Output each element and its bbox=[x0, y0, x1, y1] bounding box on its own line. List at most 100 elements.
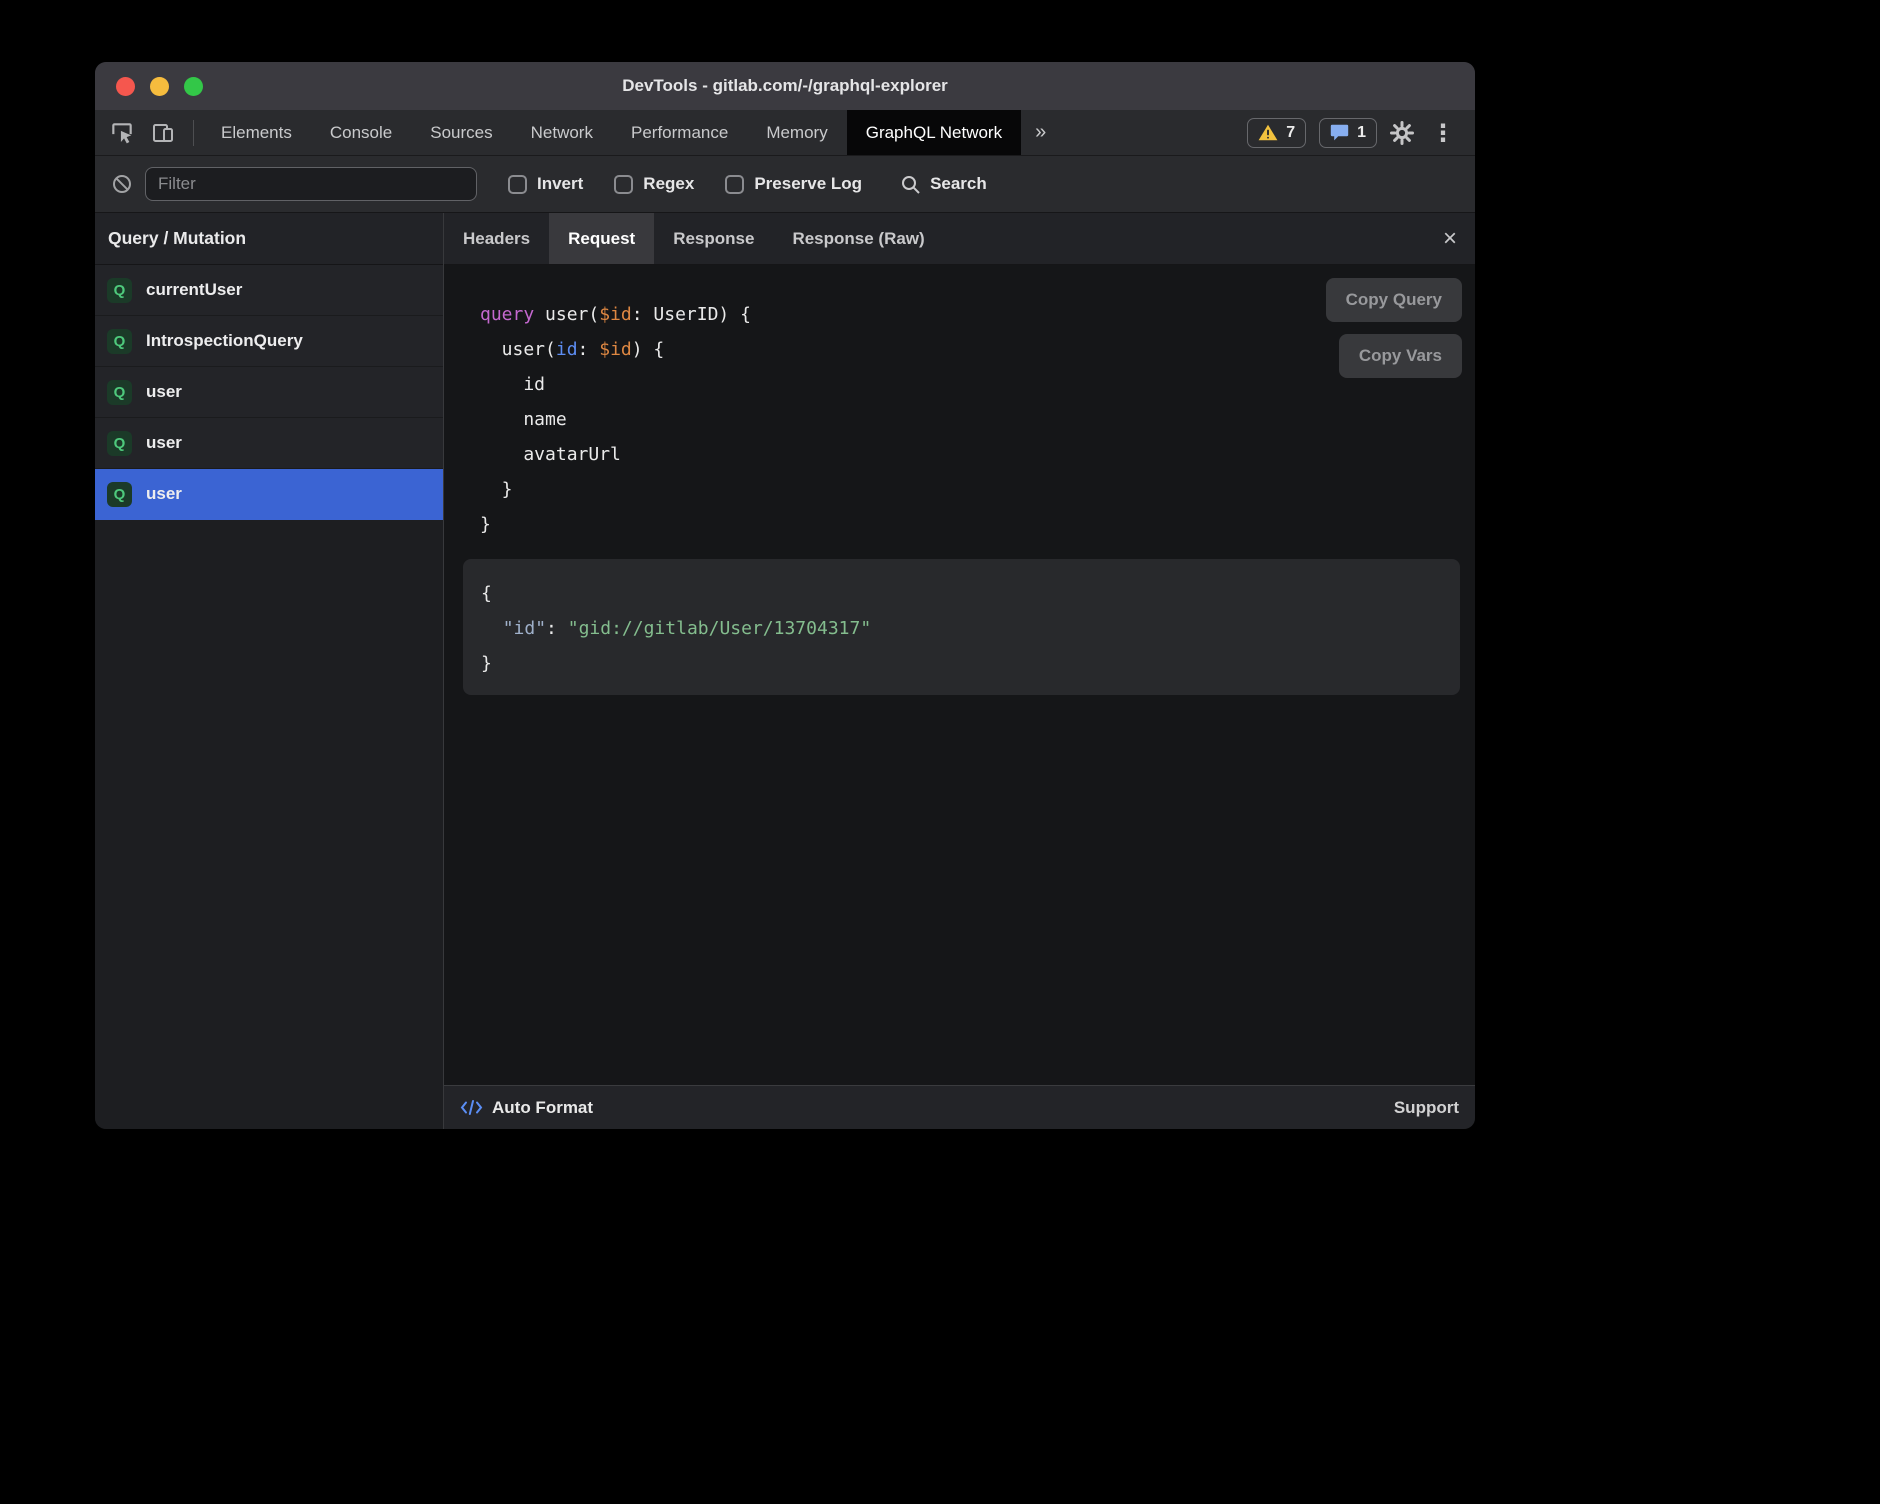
code-line: "id": "gid://gitlab/User/13704317" bbox=[481, 611, 1442, 646]
request-variables-panel: { "id": "gid://gitlab/User/13704317"} bbox=[463, 559, 1460, 695]
query-badge-icon: Q bbox=[107, 329, 132, 354]
issues-count: 1 bbox=[1357, 124, 1366, 142]
query-badge-icon: Q bbox=[107, 431, 132, 456]
tab-network[interactable]: Network bbox=[512, 110, 612, 155]
query-name: user bbox=[146, 382, 182, 402]
query-name: IntrospectionQuery bbox=[146, 331, 303, 351]
window-title: DevTools - gitlab.com/-/graphql-explorer bbox=[95, 76, 1475, 96]
close-panel-button[interactable]: × bbox=[1425, 227, 1475, 251]
query-name: currentUser bbox=[146, 280, 242, 300]
query-list-item-currentuser[interactable]: Q currentUser bbox=[95, 265, 443, 316]
preserve-log-checkbox[interactable]: Preserve Log bbox=[725, 174, 862, 194]
code-token: $id bbox=[599, 304, 632, 325]
query-list-header: Query / Mutation bbox=[95, 213, 443, 265]
request-content: Copy Query Copy Vars query user($id: Use… bbox=[444, 265, 1475, 1085]
code-line: avatarUrl bbox=[480, 437, 1475, 472]
toolbar-separator bbox=[193, 120, 194, 146]
query-badge-icon: Q bbox=[107, 380, 132, 405]
code-token: { bbox=[481, 583, 492, 604]
copy-vars-button[interactable]: Copy Vars bbox=[1339, 334, 1462, 378]
code-token bbox=[481, 618, 503, 639]
speech-bubble-icon bbox=[1330, 124, 1349, 141]
code-line: } bbox=[480, 507, 1475, 542]
invert-checkbox-input[interactable] bbox=[508, 175, 527, 194]
code-line: name bbox=[480, 402, 1475, 437]
request-detail-panel: Headers Request Response Response (Raw) … bbox=[444, 213, 1475, 1129]
regex-label: Regex bbox=[643, 174, 694, 194]
tab-elements[interactable]: Elements bbox=[202, 110, 311, 155]
code-line: { bbox=[481, 576, 1442, 611]
regex-checkbox[interactable]: Regex bbox=[614, 174, 694, 194]
search-label: Search bbox=[930, 174, 987, 194]
tab-request[interactable]: Request bbox=[549, 213, 654, 264]
invert-label: Invert bbox=[537, 174, 583, 194]
zoom-window-button[interactable] bbox=[184, 77, 203, 96]
query-list-item-user-3-selected[interactable]: Q user bbox=[95, 469, 443, 520]
issues-badge[interactable]: 1 bbox=[1319, 118, 1377, 148]
preserve-log-label: Preserve Log bbox=[754, 174, 862, 194]
code-token: ) { bbox=[632, 339, 665, 360]
tab-sources[interactable]: Sources bbox=[411, 110, 511, 155]
clear-icon[interactable] bbox=[111, 173, 133, 195]
query-badge-icon: Q bbox=[107, 278, 132, 303]
tab-performance[interactable]: Performance bbox=[612, 110, 747, 155]
titlebar: DevTools - gitlab.com/-/graphql-explorer bbox=[95, 62, 1475, 110]
code-token: "id" bbox=[503, 618, 546, 639]
detail-tabbar: Headers Request Response Response (Raw) … bbox=[444, 213, 1475, 265]
query-list-panel: Query / Mutation Q currentUser Q Introsp… bbox=[95, 213, 444, 1129]
invert-checkbox[interactable]: Invert bbox=[508, 174, 583, 194]
code-token: } bbox=[481, 653, 492, 674]
auto-format-button[interactable]: Auto Format bbox=[460, 1098, 593, 1118]
more-tabs-chevron[interactable]: » bbox=[1021, 110, 1060, 155]
query-name: user bbox=[146, 484, 182, 504]
tab-response[interactable]: Response bbox=[654, 213, 773, 264]
support-link[interactable]: Support bbox=[1394, 1098, 1459, 1118]
code-token: : UserID) { bbox=[632, 304, 751, 325]
tab-graphql-network[interactable]: GraphQL Network bbox=[847, 110, 1021, 155]
code-line: } bbox=[481, 646, 1442, 681]
tab-memory[interactable]: Memory bbox=[747, 110, 846, 155]
tab-response-raw[interactable]: Response (Raw) bbox=[773, 213, 943, 264]
code-token: : bbox=[578, 339, 600, 360]
code-token: $id bbox=[599, 339, 632, 360]
tab-console[interactable]: Console bbox=[311, 110, 411, 155]
devtools-tabbar: Elements Console Sources Network Perform… bbox=[95, 110, 1475, 156]
code-brackets-icon bbox=[460, 1099, 483, 1116]
filter-bar: Invert Regex Preserve Log Search bbox=[95, 156, 1475, 213]
minimize-window-button[interactable] bbox=[150, 77, 169, 96]
detail-footer: Auto Format Support bbox=[444, 1085, 1475, 1129]
settings-gear-icon[interactable] bbox=[1390, 121, 1414, 145]
inspect-element-icon[interactable] bbox=[109, 120, 135, 146]
copy-query-button[interactable]: Copy Query bbox=[1326, 278, 1462, 322]
code-token: id bbox=[480, 374, 545, 395]
query-list-item-user-1[interactable]: Q user bbox=[95, 367, 443, 418]
code-token: } bbox=[480, 514, 491, 535]
query-name: user bbox=[146, 433, 182, 453]
close-window-button[interactable] bbox=[116, 77, 135, 96]
traffic-lights bbox=[116, 62, 203, 110]
preserve-log-checkbox-input[interactable] bbox=[725, 175, 744, 194]
search-control[interactable]: Search bbox=[900, 174, 987, 195]
devtools-window: DevTools - gitlab.com/-/graphql-explorer… bbox=[95, 62, 1475, 1129]
tab-headers[interactable]: Headers bbox=[444, 213, 549, 264]
query-list-item-user-2[interactable]: Q user bbox=[95, 418, 443, 469]
main-split: Query / Mutation Q currentUser Q Introsp… bbox=[95, 213, 1475, 1129]
warnings-badge[interactable]: 7 bbox=[1247, 118, 1306, 148]
code-token: user( bbox=[480, 339, 556, 360]
search-icon bbox=[900, 174, 921, 195]
copy-buttons: Copy Query Copy Vars bbox=[1326, 278, 1462, 378]
code-line: } bbox=[480, 472, 1475, 507]
code-token: user( bbox=[534, 304, 599, 325]
filter-input[interactable] bbox=[145, 167, 477, 201]
warnings-count: 7 bbox=[1286, 124, 1295, 142]
query-badge-icon: Q bbox=[107, 482, 132, 507]
code-token: name bbox=[480, 409, 567, 430]
kebab-menu-icon[interactable]: ⋮ bbox=[1427, 119, 1459, 147]
code-token: : bbox=[546, 618, 568, 639]
auto-format-label: Auto Format bbox=[492, 1098, 593, 1118]
toolbar-icons bbox=[95, 110, 185, 155]
device-toolbar-icon[interactable] bbox=[151, 121, 175, 145]
regex-checkbox-input[interactable] bbox=[614, 175, 633, 194]
code-token: avatarUrl bbox=[480, 444, 621, 465]
query-list-item-introspectionquery[interactable]: Q IntrospectionQuery bbox=[95, 316, 443, 367]
